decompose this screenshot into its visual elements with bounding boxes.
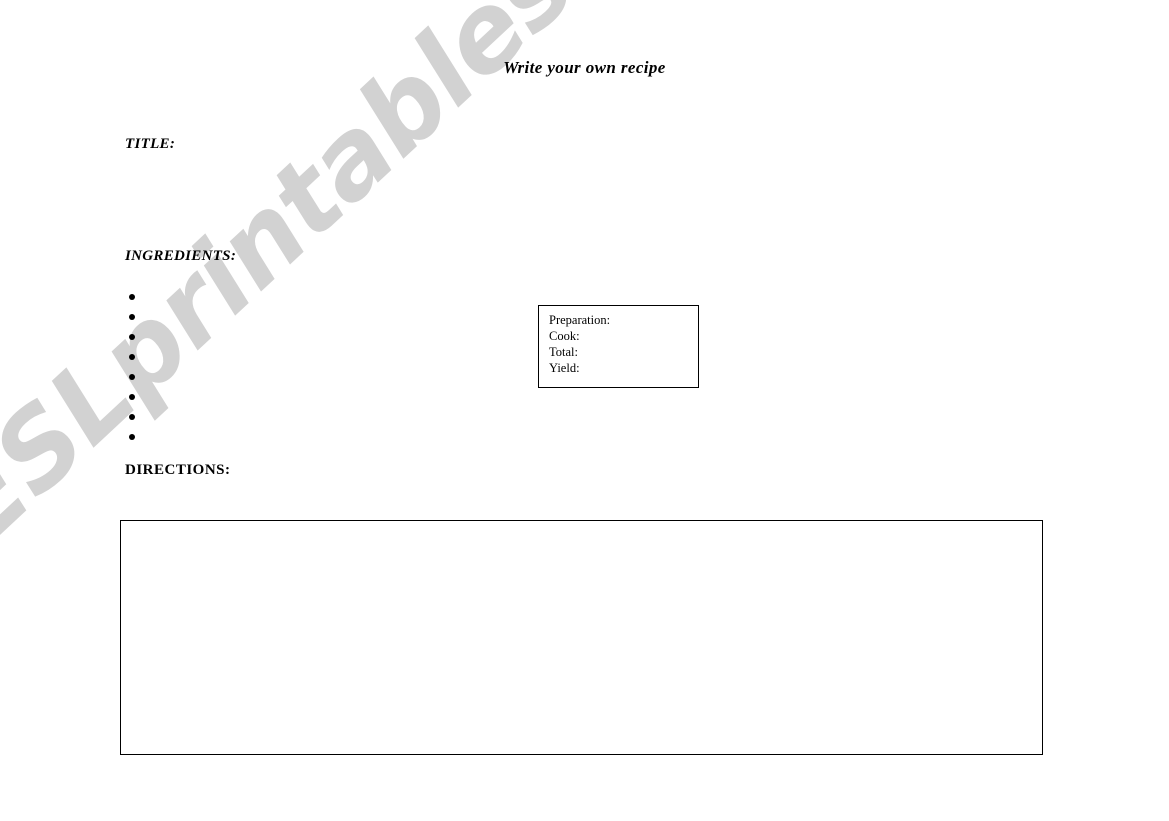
list-item[interactable] — [126, 307, 508, 327]
timing-row-preparation: Preparation: — [549, 313, 611, 327]
ingredient-input[interactable] — [148, 387, 508, 405]
directions-answer-box[interactable] — [120, 520, 1043, 755]
ingredient-input[interactable] — [148, 367, 508, 385]
ingredient-input[interactable] — [148, 307, 508, 325]
ingredients-list — [126, 287, 508, 447]
list-item[interactable] — [126, 427, 508, 447]
list-item[interactable] — [126, 287, 508, 307]
ingredient-input[interactable] — [148, 407, 508, 425]
timing-row-total: Total: — [549, 345, 578, 359]
ingredients-section-label: INGREDIENTS: — [125, 248, 237, 264]
worksheet-content: Write your own recipe TITLE: INGREDIENTS… — [0, 0, 1169, 821]
ingredient-input[interactable] — [148, 327, 508, 345]
ingredient-input[interactable] — [148, 287, 508, 305]
ingredient-input[interactable] — [148, 427, 508, 445]
timing-row-cook: Cook: — [549, 329, 580, 343]
list-item[interactable] — [126, 327, 508, 347]
timing-row-yield: Yield: — [549, 361, 580, 375]
page-title: Write your own recipe — [503, 58, 666, 77]
list-item[interactable] — [126, 367, 508, 387]
list-item[interactable] — [126, 387, 508, 407]
directions-section-label: DIRECTIONS: — [125, 462, 231, 478]
title-section-label: TITLE: — [125, 136, 176, 152]
timing-info-box[interactable]: Preparation: Cook: Total: Yield: — [538, 305, 699, 388]
list-item[interactable] — [126, 347, 508, 367]
ingredient-input[interactable] — [148, 347, 508, 365]
timing-list: Preparation: Cook: Total: Yield: — [539, 306, 698, 376]
worksheet-page: ESLprintables.com Write your own recipe … — [0, 0, 1169, 821]
list-item[interactable] — [126, 407, 508, 427]
